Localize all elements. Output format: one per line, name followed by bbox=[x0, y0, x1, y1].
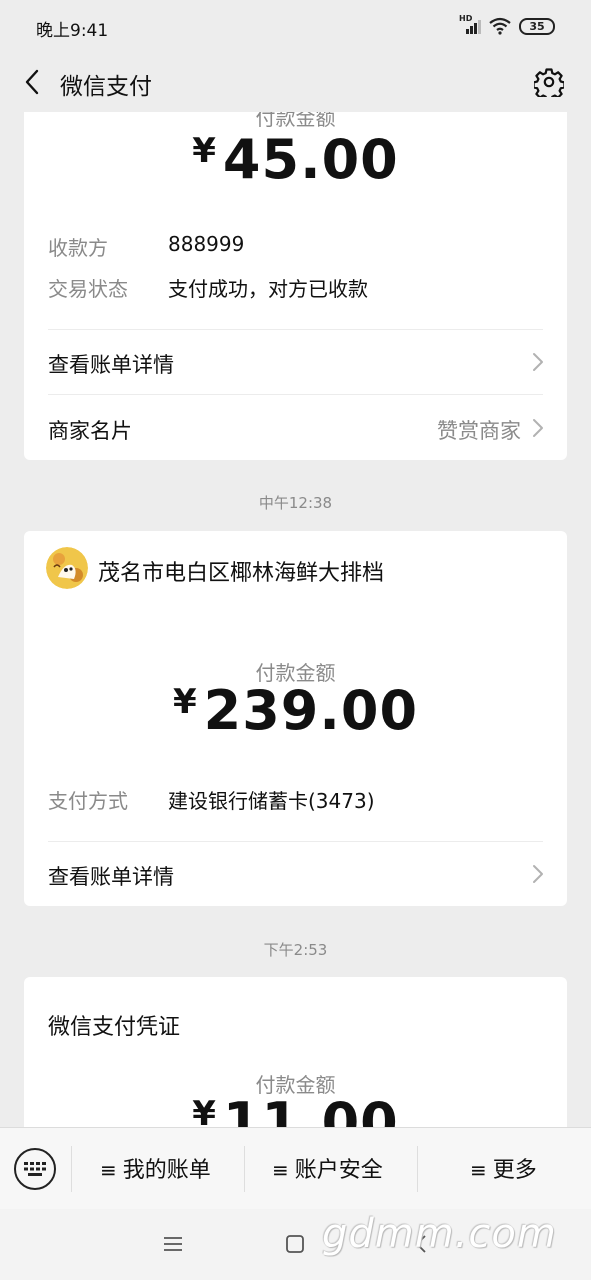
payment-amount: ¥239.00 bbox=[24, 679, 567, 742]
menu-lines-icon: ≡ bbox=[272, 1158, 289, 1182]
currency-symbol: ¥ bbox=[192, 1094, 217, 1127]
payment-card-1: 付款金额 ¥45.00 收款方 888999 交易状态 支付成功，对方已收款 查… bbox=[24, 112, 567, 460]
bottom-menu: ≡ 我的账单 ≡ 账户安全 ≡ 更多 bbox=[0, 1127, 591, 1209]
keyboard-toggle-button[interactable] bbox=[14, 1148, 56, 1190]
reward-merchant-label: 赞赏商家 bbox=[437, 419, 521, 443]
payee-key: 收款方 bbox=[48, 236, 108, 260]
status-time: 晚上9:41 bbox=[36, 21, 109, 41]
nav-bar: 微信支付 bbox=[0, 52, 591, 112]
bill-detail-label: 查看账单详情 bbox=[48, 865, 174, 889]
recent-apps-button[interactable] bbox=[160, 1231, 186, 1257]
voucher-title: 微信支付凭证 bbox=[48, 1015, 181, 1040]
chevron-right-icon bbox=[533, 353, 543, 371]
menu-divider bbox=[71, 1146, 72, 1192]
back-button[interactable] bbox=[14, 64, 50, 100]
menu-more[interactable]: ≡ 更多 bbox=[470, 1152, 537, 1184]
chevron-right-icon bbox=[533, 865, 543, 883]
menu-divider bbox=[244, 1146, 245, 1192]
page-title: 微信支付 bbox=[60, 74, 152, 100]
message-list[interactable]: 付款金额 ¥45.00 收款方 888999 交易状态 支付成功，对方已收款 查… bbox=[0, 112, 591, 1127]
battery-icon: 35 bbox=[519, 17, 555, 35]
status-icons: HD 35 bbox=[459, 14, 555, 38]
chevron-right-icon bbox=[533, 419, 543, 437]
menu-label: 账户安全 bbox=[294, 1158, 383, 1183]
menu-account-security[interactable]: ≡ 账户安全 bbox=[272, 1152, 383, 1184]
menu-label: 我的账单 bbox=[122, 1158, 211, 1183]
timestamp: 中午12:38 bbox=[258, 494, 333, 512]
gear-icon bbox=[534, 68, 564, 97]
currency-symbol: ¥ bbox=[192, 131, 217, 171]
watermark: gdmm.com bbox=[322, 1211, 557, 1257]
payment-amount: ¥11.00 bbox=[24, 1091, 567, 1127]
timestamp: 下午2:53 bbox=[263, 941, 328, 959]
amount-value: 11.00 bbox=[222, 1091, 399, 1127]
status-key: 交易状态 bbox=[48, 277, 128, 301]
status-value: 支付成功，对方已收款 bbox=[168, 277, 368, 301]
menu-label: 更多 bbox=[492, 1158, 537, 1183]
merchant-card-label: 商家名片 bbox=[48, 419, 132, 443]
divider bbox=[48, 394, 543, 395]
system-nav-bar: gdmm.com bbox=[0, 1209, 591, 1280]
menu-lines-icon: ≡ bbox=[100, 1158, 117, 1182]
wifi-icon bbox=[489, 17, 511, 35]
merchant-card-link[interactable]: 商家名片 赞赏商家 bbox=[24, 396, 567, 460]
payee-value: 888999 bbox=[168, 232, 245, 256]
chevron-left-icon bbox=[25, 69, 39, 95]
payment-amount: ¥45.00 bbox=[24, 128, 567, 191]
pay-method-key: 支付方式 bbox=[48, 789, 128, 813]
menu-my-bills[interactable]: ≡ 我的账单 bbox=[100, 1152, 211, 1184]
bill-detail-link[interactable]: 查看账单详情 bbox=[24, 842, 567, 906]
merchant-avatar[interactable] bbox=[46, 547, 88, 589]
payment-card-2: 茂名市电白区椰林海鲜大排档 付款金额 ¥239.00 支付方式 建设银行储蓄卡(… bbox=[24, 531, 567, 906]
square-icon bbox=[286, 1235, 304, 1253]
keyboard-icon bbox=[24, 1162, 46, 1176]
battery-level: 35 bbox=[529, 19, 545, 33]
pay-method-value: 建设银行储蓄卡(3473) bbox=[168, 789, 375, 813]
payment-card-3: 微信支付凭证 付款金额 ¥11.00 bbox=[24, 977, 567, 1127]
signal-icon: HD bbox=[459, 14, 481, 36]
merchant-name[interactable]: 茂名市电白区椰林海鲜大排档 bbox=[98, 555, 384, 587]
amount-value: 239.00 bbox=[203, 679, 419, 742]
menu-icon bbox=[164, 1237, 182, 1251]
bill-detail-link[interactable]: 查看账单详情 bbox=[24, 330, 567, 394]
settings-button[interactable] bbox=[531, 64, 567, 100]
menu-divider bbox=[417, 1146, 418, 1192]
bill-detail-label: 查看账单详情 bbox=[48, 353, 174, 377]
home-button[interactable] bbox=[282, 1231, 308, 1257]
menu-lines-icon: ≡ bbox=[470, 1158, 487, 1182]
amount-value: 45.00 bbox=[222, 128, 399, 191]
currency-symbol: ¥ bbox=[172, 682, 198, 722]
status-bar: 晚上9:41 HD 35 bbox=[0, 0, 591, 52]
